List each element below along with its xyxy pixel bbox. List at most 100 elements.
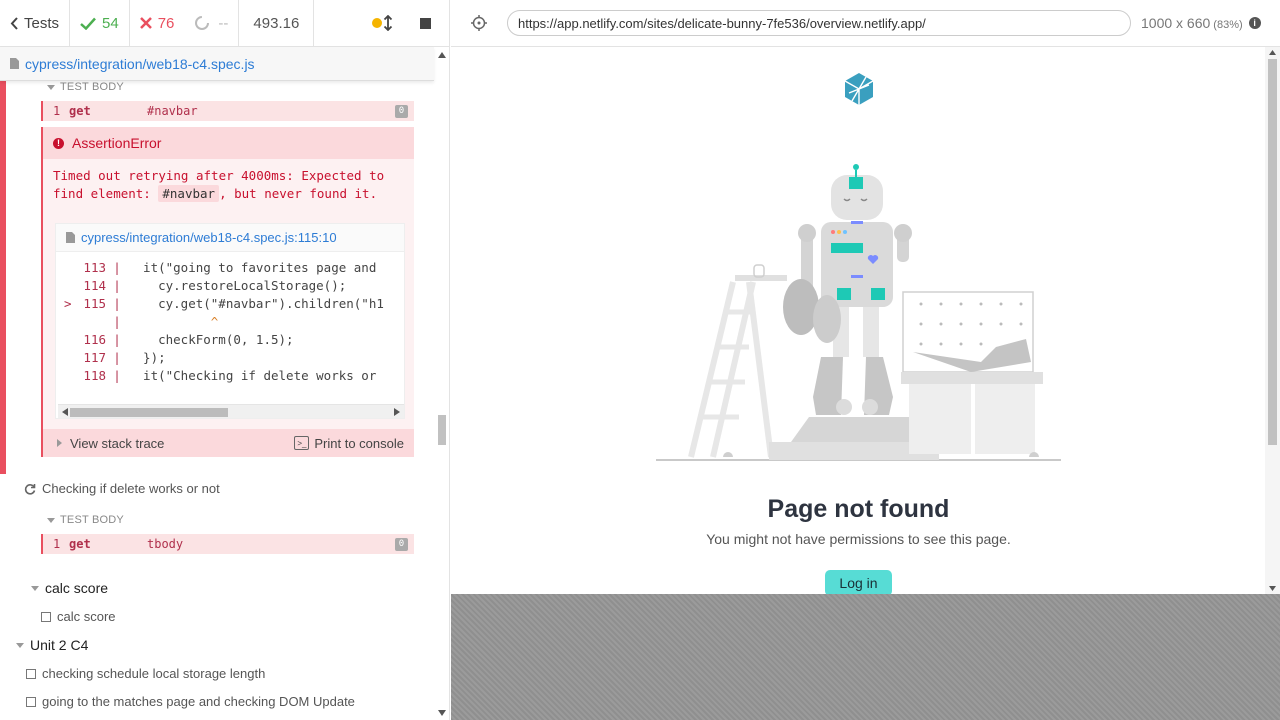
selector-playground-button[interactable] — [451, 15, 507, 31]
code-line: >115 | cy.get("#navbar").children("h1 — [56, 296, 384, 314]
login-button[interactable]: Log in — [825, 570, 892, 594]
running-test-label: Checking if delete works or not — [42, 481, 220, 496]
code-line-gutter: | — [113, 350, 121, 365]
x-icon — [139, 17, 152, 29]
scroll-up-icon[interactable] — [438, 52, 446, 58]
code-line-number — [56, 314, 106, 332]
aut-scrollbar[interactable] — [1265, 47, 1280, 594]
info-icon[interactable]: i — [1248, 17, 1261, 29]
error-message-part2: , but never found it. — [219, 186, 378, 201]
chevron-left-icon — [10, 16, 18, 30]
horizontal-scroll-thumb[interactable] — [70, 408, 228, 417]
suite-label: Unit 2 C4 — [30, 637, 89, 653]
code-line: 116 | checkForm(0, 1.5); — [56, 332, 293, 350]
code-line-source: it("going to favorites page and — [128, 260, 377, 275]
code-line: | ^ — [56, 314, 218, 332]
command-number: 1 — [53, 537, 61, 551]
command-row[interactable]: 1 get tbody 0 — [41, 534, 414, 554]
viewport-scale: (83%) — [1213, 19, 1243, 31]
test-item[interactable]: calc score — [41, 609, 116, 624]
code-line-number: 113 — [83, 260, 106, 275]
test-item[interactable]: going to the matches page and checking D… — [26, 694, 355, 709]
check-icon — [80, 17, 96, 30]
scroll-right-icon[interactable] — [394, 408, 400, 416]
auto-scroll-toggle[interactable] — [365, 0, 400, 47]
running-test-title[interactable]: Checking if delete works or not — [24, 481, 220, 496]
stack-trace-label: View stack trace — [70, 435, 165, 451]
code-line-source: it("Checking if delete works or — [128, 368, 377, 383]
error-footer: View stack trace >_ Print to console — [43, 429, 414, 457]
cypress-runner: Tests 54 76 -- 493.16 cypress/integratio… — [0, 0, 1280, 720]
caret-down-icon — [47, 517, 55, 523]
viewport-dimensions: 1000 x 660 — [1141, 15, 1211, 31]
code-line-gutter: | — [113, 332, 121, 347]
code-frame-file-link[interactable]: cypress/integration/web18-c4.spec.js:115… — [81, 230, 337, 245]
reporter-scrollbar[interactable] — [435, 47, 449, 720]
terminal-icon: >_ — [294, 436, 310, 450]
crosshair-icon — [471, 15, 487, 31]
reporter-scroll-thumb[interactable] — [438, 415, 446, 445]
command-name: get — [69, 537, 91, 551]
code-line: 117 | }); — [56, 350, 165, 368]
failed-count: 76 — [130, 0, 185, 47]
viewport-background — [451, 594, 1280, 720]
hook-label: TEST BODY — [60, 81, 124, 93]
viewport-size: 1000 x 660 (83%) — [1141, 15, 1243, 31]
test-item[interactable]: checking schedule local storage length — [26, 666, 265, 681]
scroll-left-icon[interactable] — [62, 408, 68, 416]
command-row[interactable]: 1 get #navbar 0 — [41, 101, 414, 121]
caret-down-icon — [31, 585, 39, 591]
code-line-number: 116 — [83, 332, 106, 347]
code-line-marker: > — [64, 296, 72, 311]
code-line: 114 | cy.restoreLocalStorage(); — [56, 278, 346, 296]
code-frame-file: cypress/integration/web18-c4.spec.js:115… — [56, 224, 404, 252]
pending-test-icon — [26, 696, 36, 707]
print-to-console-button[interactable]: >_ Print to console — [294, 436, 414, 451]
code-line-gutter: | — [113, 368, 121, 383]
view-stack-trace-toggle[interactable]: View stack trace — [43, 436, 294, 451]
app-under-test-frame: Page not found You might not have permis… — [451, 47, 1280, 594]
error-title: AssertionError — [72, 135, 162, 151]
error-icon: ! — [53, 137, 64, 149]
hook-header[interactable]: TEST BODY — [47, 81, 124, 93]
code-line-number: 114 — [83, 278, 106, 293]
horizontal-scrollbar[interactable] — [58, 404, 404, 418]
error-message-code: #navbar — [158, 185, 220, 202]
test-label: going to the matches page and checking D… — [42, 694, 355, 709]
spec-header: cypress/integration/web18-c4.spec.js — [0, 47, 434, 81]
aut-scroll-thumb[interactable] — [1268, 59, 1277, 445]
scroll-up-icon[interactable] — [1269, 50, 1276, 55]
spinner-icon — [195, 16, 210, 30]
auto-scroll-icon — [371, 15, 392, 31]
reporter-panel: Tests 54 76 -- 493.16 cypress/integratio… — [0, 0, 450, 720]
passed-number: 54 — [102, 14, 119, 32]
spec-file-link[interactable]: cypress/integration/web18-c4.spec.js — [25, 56, 255, 72]
tests-button[interactable]: Tests — [0, 0, 70, 47]
scroll-down-icon[interactable] — [1269, 586, 1276, 591]
code-line-gutter: | — [113, 296, 121, 311]
suite-label: calc score — [45, 580, 109, 596]
code-line-source: ^ — [128, 314, 219, 329]
error-header: ! AssertionError — [43, 127, 414, 159]
stop-button[interactable] — [400, 0, 449, 47]
command-selector: tbody — [147, 537, 184, 551]
file-icon — [10, 58, 19, 69]
url-bar[interactable]: https://app.netlify.com/sites/delicate-b… — [507, 10, 1131, 36]
failed-number: 76 — [157, 14, 175, 32]
failed-test-indicator — [0, 81, 6, 474]
suite-title[interactable]: Unit 2 C4 — [16, 637, 88, 653]
file-icon — [66, 232, 75, 243]
tests-label: Tests — [24, 14, 60, 32]
netlify-logo-icon — [844, 73, 874, 105]
robot-illustration-icon — [656, 164, 1061, 461]
scroll-down-icon[interactable] — [438, 710, 446, 716]
test-label: calc score — [57, 609, 116, 624]
passed-count: 54 — [70, 0, 130, 47]
code-line-gutter: | — [113, 278, 121, 293]
hook-header[interactable]: TEST BODY — [47, 514, 124, 526]
code-line: 118 | it("Checking if delete works or — [56, 368, 376, 386]
duration: 493.16 — [239, 0, 315, 47]
suite-title[interactable]: calc score — [31, 580, 108, 596]
run-controls — [314, 0, 449, 47]
page-title: Page not found — [767, 495, 950, 523]
